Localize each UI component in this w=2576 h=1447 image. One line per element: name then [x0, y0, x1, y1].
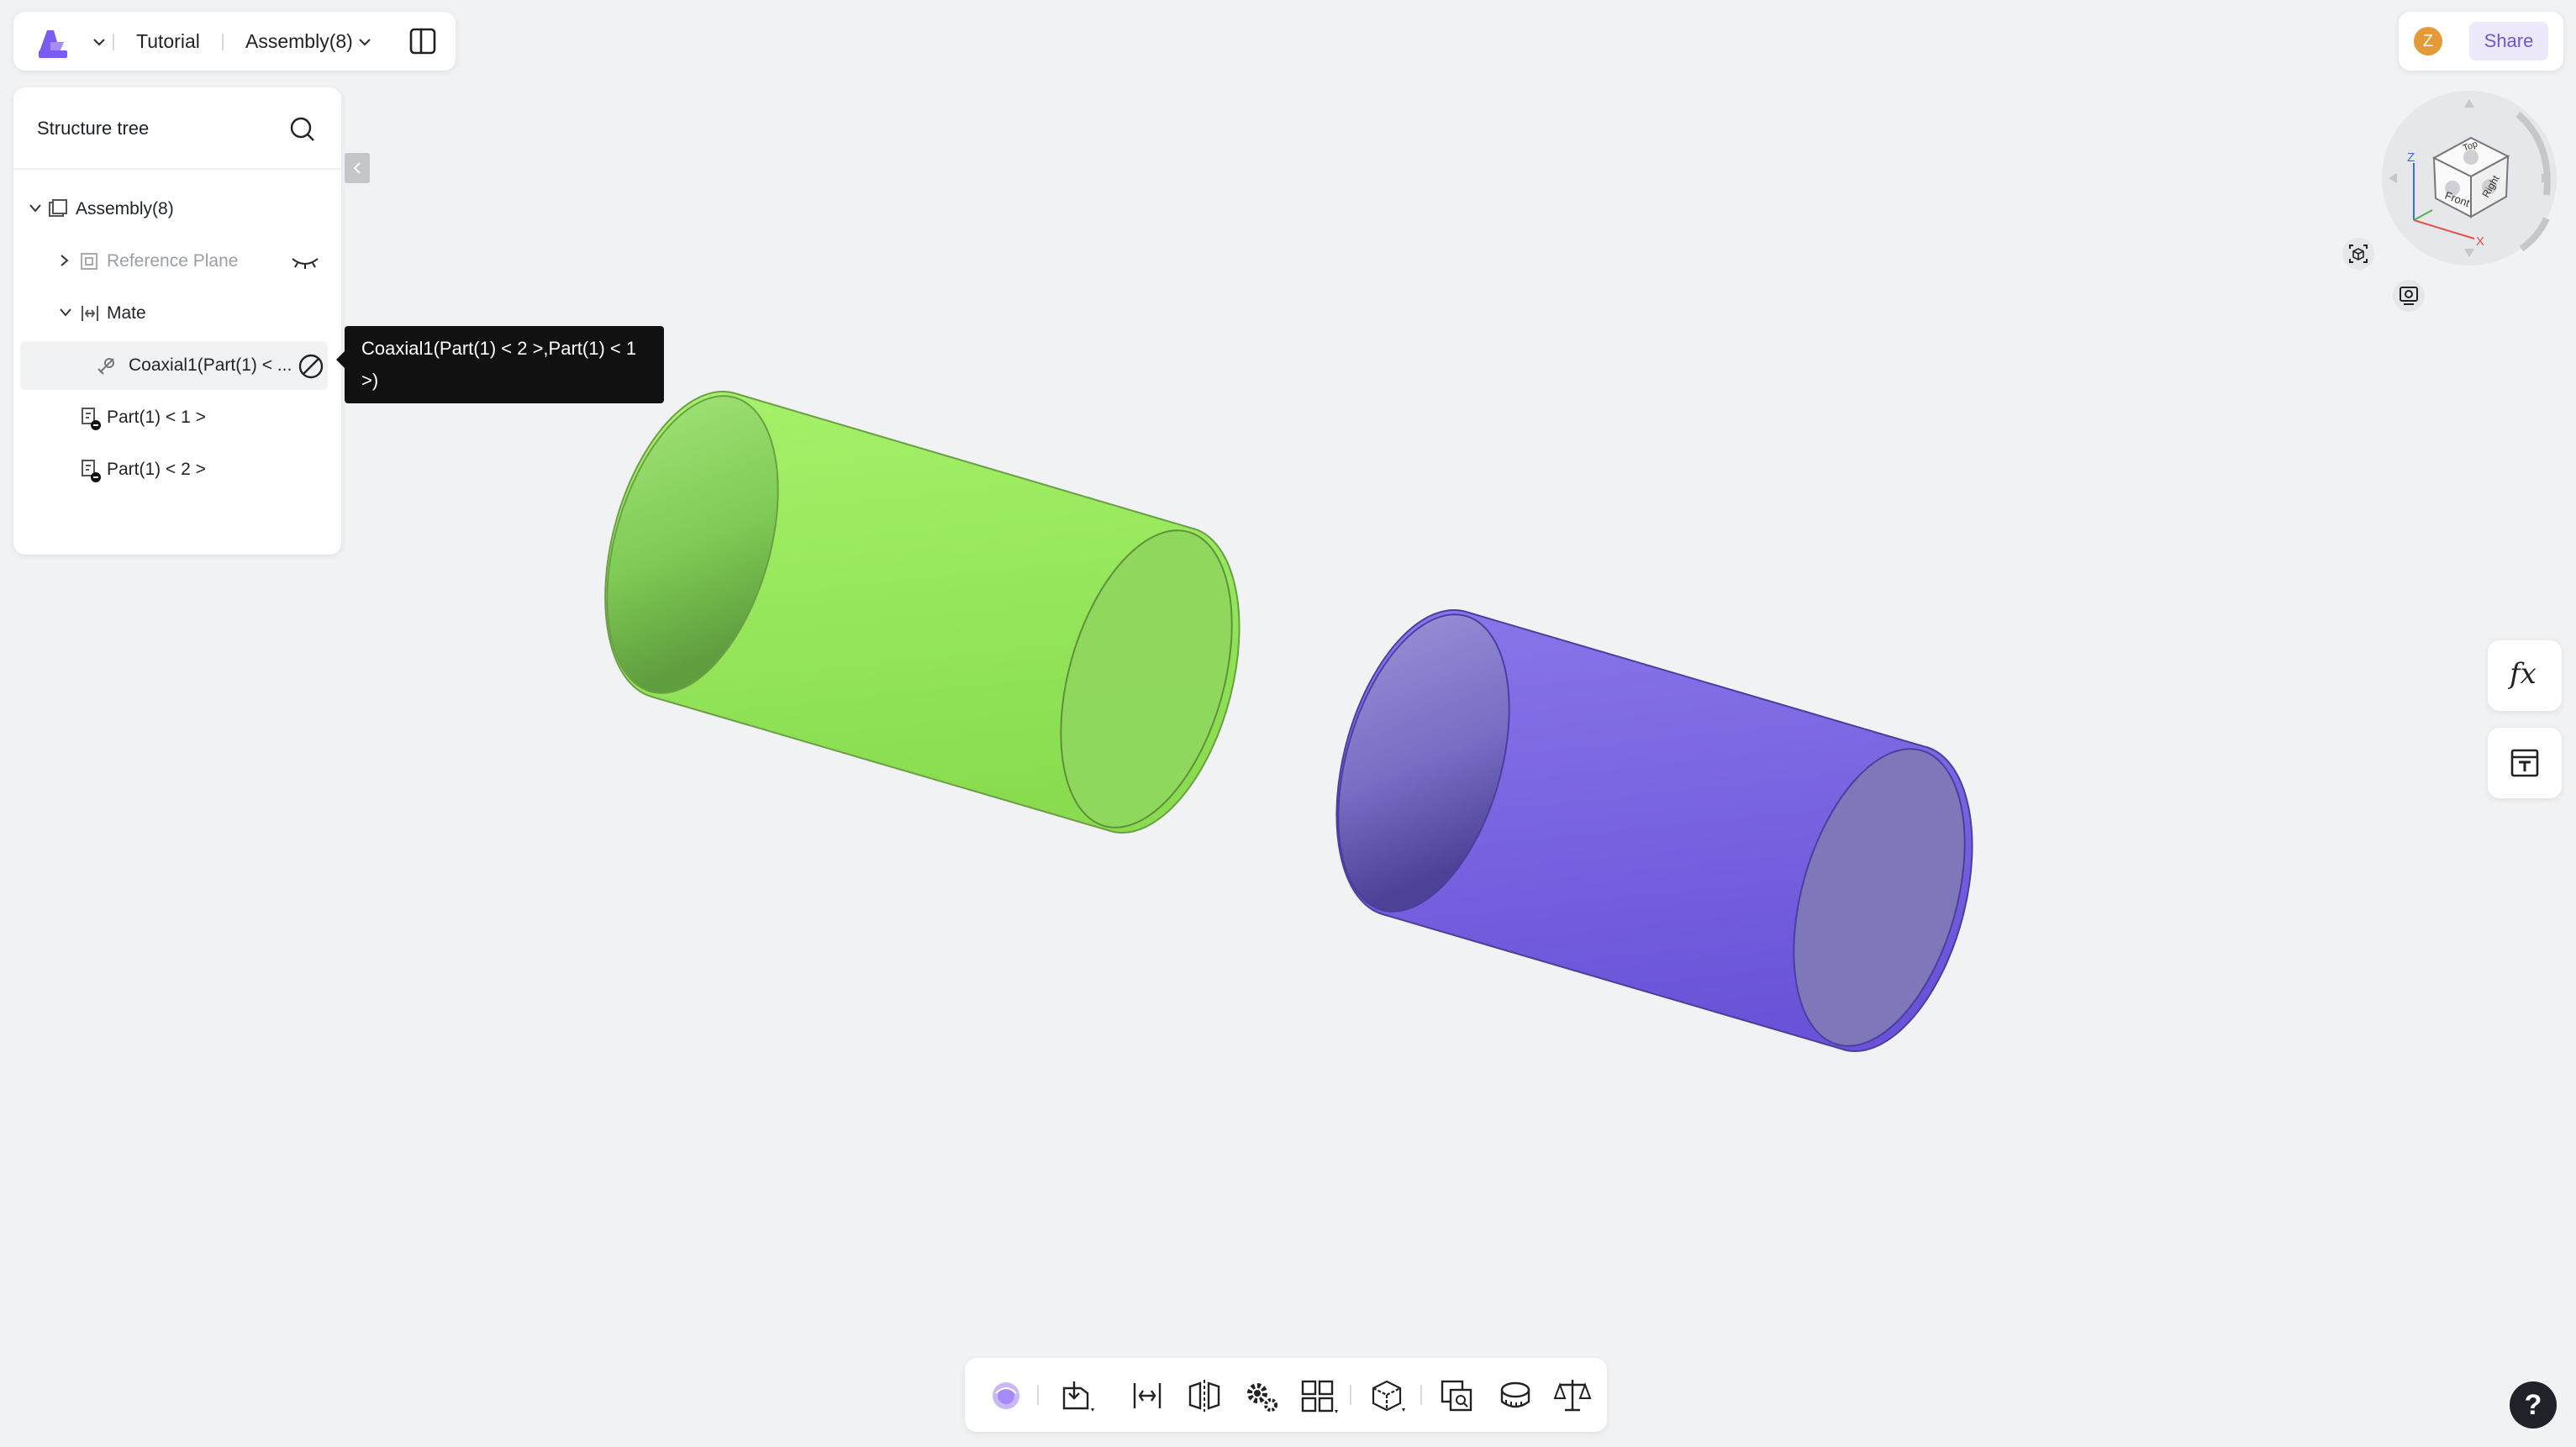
part-icon — [82, 460, 101, 482]
project-name-link[interactable]: Tutorial — [136, 30, 200, 53]
chevron-down-icon[interactable] — [29, 203, 42, 213]
mate-tool-icon[interactable] — [1126, 1375, 1168, 1417]
fit-view-icon[interactable] — [2342, 237, 2375, 271]
help-button[interactable]: ? — [2510, 1381, 2557, 1429]
app-logo-icon[interactable] — [35, 25, 76, 59]
tree-item-reference-plane[interactable]: Reference Plane — [13, 237, 341, 286]
tree-item-part-2[interactable]: Part(1) < 2 > — [13, 445, 341, 494]
tree-item-label: Coaxial1(Part(1) < ... — [129, 355, 292, 375]
chevron-left-icon — [353, 162, 361, 174]
pattern-icon[interactable] — [1298, 1375, 1340, 1417]
axis-label-x: X — [2476, 234, 2484, 249]
assembly-icon — [49, 199, 67, 217]
divider — [222, 34, 224, 50]
tree-item-coaxial[interactable]: Coaxial1(Part(1) < ... — [20, 341, 328, 390]
formula-button[interactable]: fx — [2488, 640, 2562, 711]
chevron-down-icon[interactable] — [92, 37, 106, 47]
share-button[interactable]: Share — [2469, 22, 2548, 61]
mate-icon — [82, 306, 98, 321]
part-2-cylinder[interactable] — [1307, 595, 1995, 1066]
tree-item-label: Part(1) < 2 > — [107, 460, 206, 479]
mass-properties-icon[interactable] — [1551, 1375, 1594, 1417]
collapse-panel-button[interactable] — [345, 153, 370, 183]
table-icon — [2510, 749, 2539, 777]
bottom-toolbar — [965, 1358, 1607, 1432]
avatar[interactable]: Z — [2414, 27, 2442, 55]
explode-view-icon[interactable] — [1367, 1375, 1409, 1417]
tree-item-mate[interactable]: Mate — [13, 289, 341, 338]
tooltip-arrow — [336, 351, 345, 368]
plane-icon — [81, 253, 97, 270]
table-button[interactable] — [2488, 728, 2562, 798]
top-bar: Tutorial Assembly(8) — [13, 12, 456, 71]
tree-item-label: Reference Plane — [107, 251, 239, 271]
tree-item-label: Part(1) < 1 > — [107, 408, 206, 427]
tree-item-label: Mate — [107, 303, 146, 323]
insert-part-icon[interactable] — [1056, 1375, 1098, 1417]
suppress-icon[interactable] — [298, 353, 324, 380]
divider — [13, 168, 341, 170]
tooltip: Coaxial1(Part(1) < 2 >,Part(1) < 1 >) — [336, 326, 664, 403]
document-name-dropdown[interactable]: Assembly(8) — [245, 30, 353, 53]
chevron-down-icon[interactable] — [358, 37, 371, 47]
settings-gears-icon[interactable] — [1241, 1375, 1283, 1417]
tooltip-text: Coaxial1(Part(1) < 2 >,Part(1) < 1 — [361, 338, 637, 359]
collaboration-bar: Z Share — [2399, 12, 2563, 71]
axis-label-z: Z — [2407, 150, 2415, 165]
part-1-cylinder[interactable] — [576, 376, 1262, 848]
tree-item-assembly[interactable]: Assembly(8) — [13, 185, 341, 234]
tree-item-label: Assembly(8) — [76, 199, 174, 218]
coaxial-mate-icon — [97, 358, 114, 375]
divider — [113, 34, 114, 50]
interference-check-icon[interactable] — [1437, 1375, 1479, 1417]
camera-view-icon[interactable] — [2392, 279, 2426, 313]
eye-hidden-icon[interactable] — [291, 254, 319, 271]
panel-title: Structure tree — [37, 118, 150, 139]
divider — [1420, 1385, 1422, 1405]
part-icon — [82, 408, 101, 430]
mirror-icon[interactable] — [1183, 1375, 1225, 1417]
view-cube[interactable]: Top Front Right Z X — [2370, 84, 2563, 277]
chevron-down-icon[interactable] — [59, 308, 72, 318]
tooltip-text: >) — [361, 370, 379, 391]
measure-icon[interactable] — [1494, 1375, 1536, 1417]
divider — [1037, 1385, 1039, 1405]
tessellate-icon[interactable] — [985, 1375, 1027, 1417]
divider — [1350, 1385, 1351, 1405]
search-icon[interactable] — [289, 116, 316, 143]
3d-viewport[interactable] — [0, 0, 2576, 1447]
structure-tree-panel: Structure tree Assembly(8) Reference Pla… — [13, 87, 341, 555]
tree-item-part-1[interactable]: Part(1) < 1 > — [13, 393, 341, 442]
toggle-panel-icon[interactable] — [408, 27, 437, 55]
chevron-right-icon[interactable] — [59, 254, 69, 267]
formula-icon: fx — [2510, 657, 2536, 691]
